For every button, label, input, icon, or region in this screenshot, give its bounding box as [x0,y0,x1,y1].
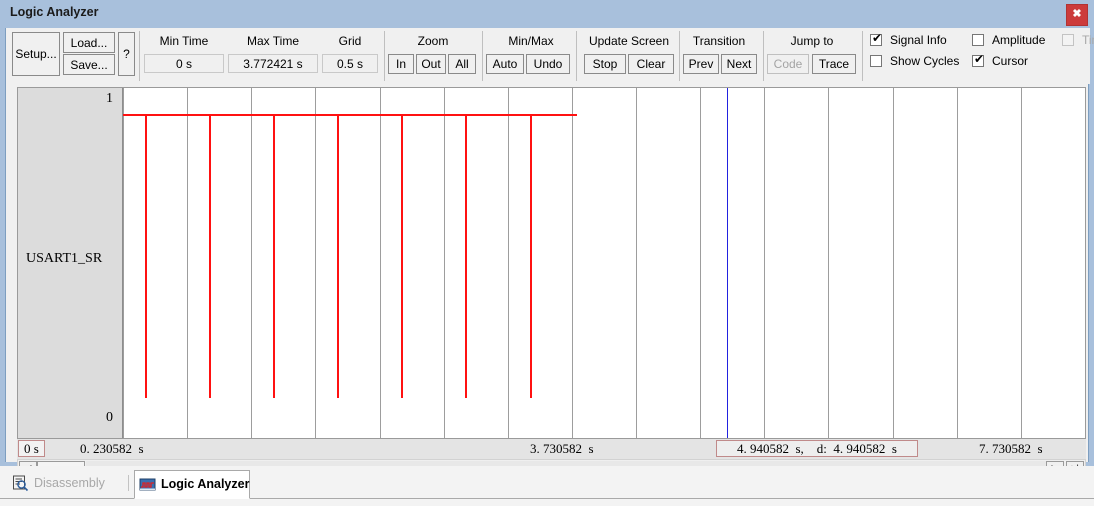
tab-separator [128,475,129,491]
window-body: Setup... Load... Save... ? Min Time 0 s … [5,28,1094,477]
grid-line [764,88,765,438]
zoom-all-button[interactable]: All [448,54,476,74]
signal-idle-high-line [123,114,577,116]
jump-code-button: Code [767,54,809,74]
transition-prev-button[interactable]: Prev [683,54,719,74]
amplitude-label[interactable]: Amplitude [992,33,1045,47]
signal-info-checkbox[interactable]: ✔ [870,31,883,46]
signal-pulse [145,114,147,398]
toolbar: Setup... Load... Save... ? Min Time 0 s … [6,28,1094,84]
min-time-field[interactable]: 0 s [144,54,224,73]
grid-line [380,88,381,438]
time-label-left: 0. 230582 s [80,441,144,456]
cursor-line[interactable] [727,88,728,438]
jump-trace-button[interactable]: Trace [812,54,856,74]
tab-disassembly[interactable]: Disassembly [8,470,128,499]
grid-line [444,88,445,438]
max-time-label: Max Time [246,34,299,48]
signal-info-label[interactable]: Signal Info [890,33,947,47]
tab-logic-analyzer[interactable]: Logic Analyzer [134,470,250,499]
signal-pulse [337,114,339,398]
load-button[interactable]: Load... [63,32,115,53]
grid-field[interactable]: 0.5 s [322,54,378,73]
min-time-marker[interactable]: 0 s [18,440,45,457]
transition-label: Transition [692,34,746,48]
grid-line [957,88,958,438]
check-icon: ✔ [872,31,883,45]
tab-disassembly-label: Disassembly [34,476,105,490]
close-icon[interactable]: ✖ [1066,4,1088,26]
bottom-tab-strip: Disassembly Logic Analyzer [0,466,1094,506]
logic-analyzer-icon [139,476,156,493]
cursor-readout[interactable]: 4. 940582 s, d: 4. 940582 s [716,440,918,457]
title-bar: Logic Analyzer ✖ [0,0,1094,28]
grid-line [1021,88,1022,438]
logic-analyzer-window: Logic Analyzer ✖ Setup... Load... Save..… [0,0,1094,506]
min-time-label: Min Time [159,34,209,48]
cursor-label[interactable]: Cursor [992,54,1028,68]
signal-info-panel: 1 USART1_SR 0 [18,88,123,438]
signal-name-label: USART1_SR [26,251,103,266]
y-axis-high-label: 1 [106,91,113,106]
zoom-out-button[interactable]: Out [416,54,446,74]
time-checkbox [1062,34,1074,46]
time-axis-strip: 0 s 0. 230582 s 3. 730582 s 4. 940582 s,… [17,439,1086,459]
minmax-auto-button[interactable]: Auto [486,54,524,74]
show-cycles-checkbox[interactable] [870,55,882,67]
time-label-mid: 3. 730582 s [530,441,594,456]
jump-to-label: Jump to [790,34,834,48]
window-title: Logic Analyzer [10,5,99,19]
zoom-in-button[interactable]: In [388,54,414,74]
time-label-right: 7. 730582 s [979,441,1043,456]
signal-pulse [530,114,532,398]
grid-line [315,88,316,438]
minmax-label: Min/Max [508,34,554,48]
setup-button[interactable]: Setup... [12,32,60,76]
help-button[interactable]: ? [118,32,135,76]
check-icon: ✔ [974,52,985,66]
disassembly-icon [12,475,29,492]
waveform-canvas[interactable] [123,88,1085,438]
grid-line [893,88,894,438]
grid-line [508,88,509,438]
grid-line [123,88,124,438]
grid-line [700,88,701,438]
update-stop-button[interactable]: Stop [584,54,626,74]
signal-pulse [401,114,403,398]
grid-line [828,88,829,438]
minmax-undo-button[interactable]: Undo [526,54,570,74]
grid-label: Grid [338,34,362,48]
grid-line [187,88,188,438]
update-screen-label: Update Screen [588,34,670,48]
tab-logic-analyzer-label: Logic Analyzer [161,477,250,491]
waveform-plot[interactable]: 1 USART1_SR 0 [17,87,1086,439]
transition-next-button[interactable]: Next [721,54,757,74]
save-button[interactable]: Save... [63,54,115,75]
grid-line [572,88,573,438]
grid-line [251,88,252,438]
amplitude-checkbox[interactable] [972,34,984,46]
signal-pulse [209,114,211,398]
show-cycles-label[interactable]: Show Cycles [890,54,959,68]
zoom-label: Zoom [417,34,449,48]
update-clear-button[interactable]: Clear [628,54,674,74]
y-axis-low-label: 0 [106,410,113,425]
signal-pulse [273,114,275,398]
max-time-field[interactable]: 3.772421 s [228,54,318,73]
signal-pulse [465,114,467,398]
window-frame: Logic Analyzer ✖ Setup... Load... Save..… [0,0,1094,477]
cursor-checkbox[interactable]: ✔ [972,52,985,67]
grid-line [636,88,637,438]
time-label: Time [1082,33,1094,47]
